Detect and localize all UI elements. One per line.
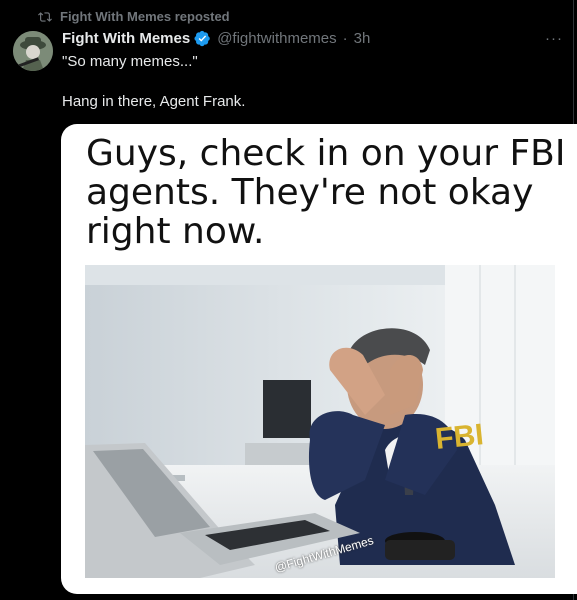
- post-text-line-2: Hang in there, Agent Frank.: [62, 93, 246, 110]
- post-media[interactable]: Guys, check in on your FBI agents. They'…: [61, 124, 577, 594]
- post-time[interactable]: 3h: [354, 30, 371, 47]
- author-name[interactable]: Fight With Memes: [62, 30, 190, 47]
- header-separator: ·: [342, 30, 348, 47]
- repost-indicator[interactable]: Fight With Memes reposted: [38, 9, 230, 24]
- more-options-button[interactable]: ···: [545, 30, 563, 47]
- meme-photo[interactable]: FBI @FightWithMemes: [85, 265, 555, 578]
- avatar[interactable]: [13, 31, 53, 71]
- repost-icon: [38, 11, 52, 22]
- repost-label: Fight With Memes reposted: [60, 9, 230, 24]
- fbi-agent-photo: FBI: [85, 265, 555, 578]
- avatar-image: [13, 31, 53, 71]
- fbi-jacket-text: FBI: [434, 418, 486, 456]
- more-icon: ···: [545, 30, 563, 47]
- post-text-line-1: "So many memes...": [62, 53, 198, 70]
- verified-badge-icon: [194, 30, 210, 47]
- meme-caption: Guys, check in on your FBI agents. They'…: [86, 133, 566, 252]
- tweet-header: Fight With Memes @fightwithmemes · 3h: [62, 30, 370, 47]
- tweet[interactable]: Fight With Memes reposted Fight With Mem…: [0, 0, 577, 600]
- author-handle[interactable]: @fightwithmemes: [217, 30, 336, 47]
